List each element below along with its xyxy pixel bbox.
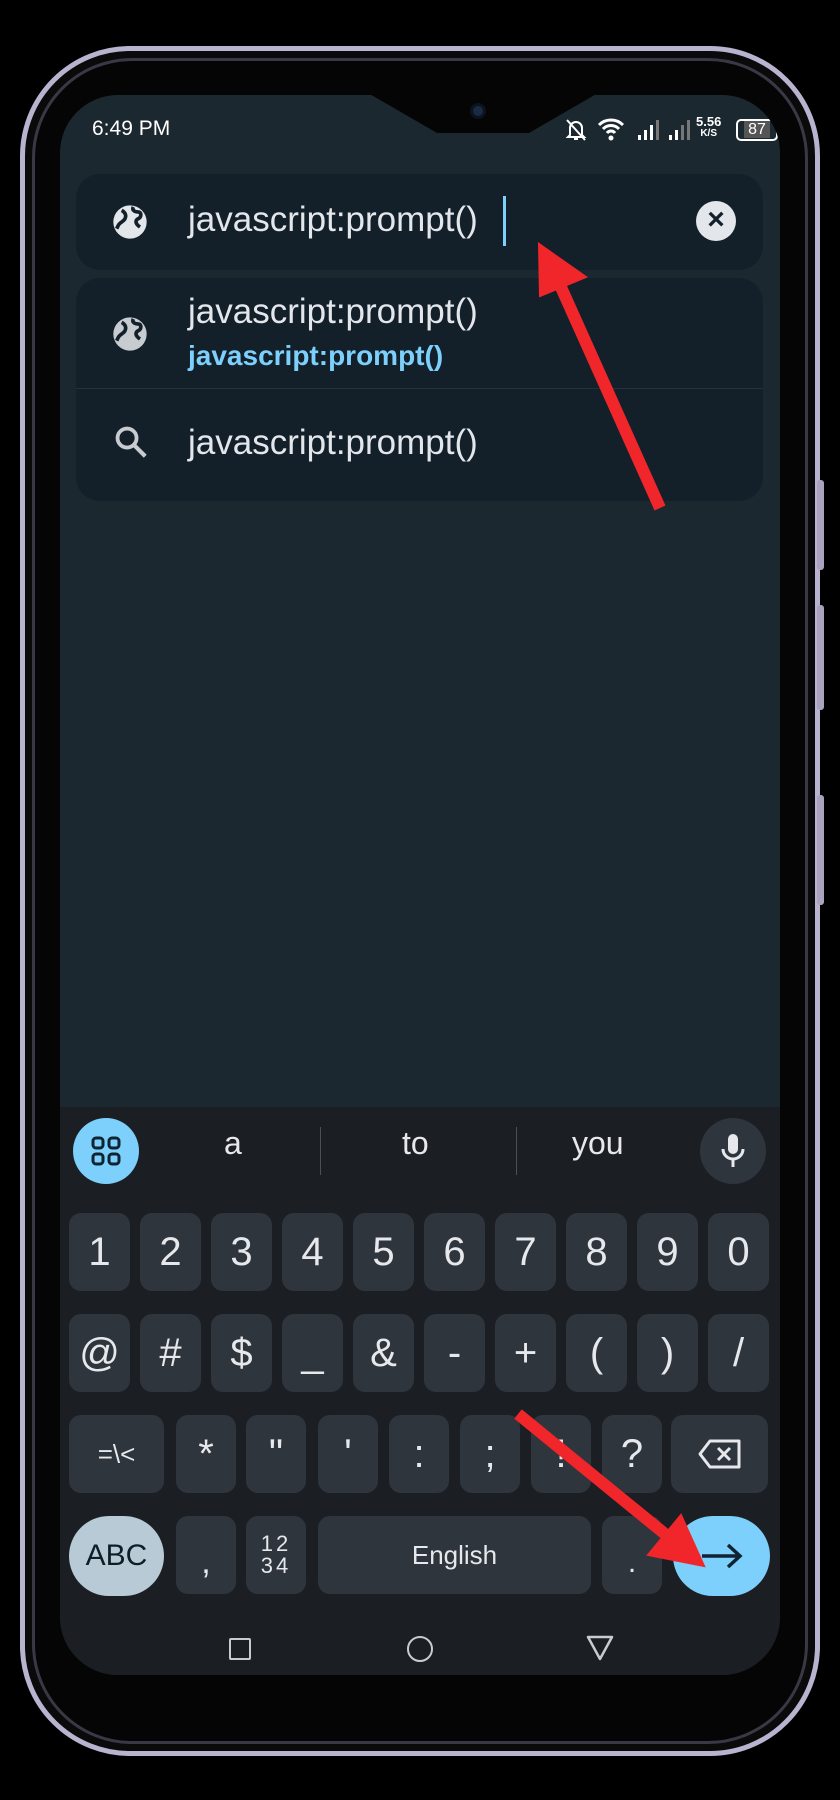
annotation-arrow-shaft bbox=[514, 1409, 669, 1539]
annotation-overlay bbox=[514, 242, 706, 1568]
annotation-arrow-shaft bbox=[554, 282, 666, 511]
